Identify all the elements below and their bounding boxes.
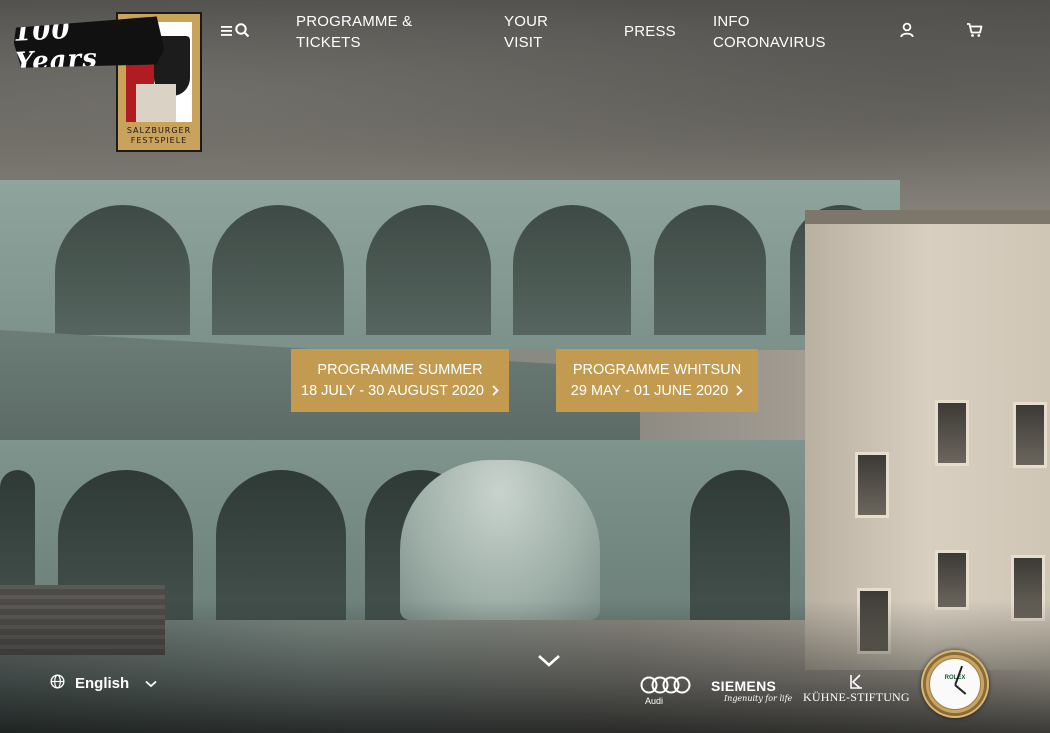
siemens-sponsor-logo[interactable]: SIEMENS bbox=[711, 678, 776, 694]
kuehne-stiftung-sponsor-logo[interactable]: KÜHNE-STIFTUNG bbox=[803, 690, 910, 705]
programme-whitsun-button[interactable]: PROGRAMME WHITSUN 29 MAY - 01 JUNE 2020 bbox=[556, 349, 758, 412]
arch bbox=[690, 470, 790, 620]
language-label: English bbox=[75, 675, 130, 692]
castle-emblem bbox=[136, 84, 176, 122]
clock-face: ROLEX bbox=[929, 658, 981, 710]
nav-your-visit[interactable]: YOUR VISIT bbox=[504, 11, 548, 53]
nav-programme-tickets[interactable]: PROGRAMME & TICKETS bbox=[296, 11, 412, 53]
window bbox=[1013, 402, 1047, 468]
arch bbox=[212, 205, 344, 335]
arch bbox=[366, 205, 491, 335]
window bbox=[855, 452, 889, 518]
arch bbox=[55, 205, 190, 335]
cart-icon[interactable] bbox=[966, 22, 983, 43]
menu-icon[interactable] bbox=[221, 24, 233, 42]
rolex-clock-sponsor-logo[interactable]: ROLEX bbox=[921, 650, 989, 718]
audi-label: Audi bbox=[644, 696, 663, 706]
language-selector[interactable]: English bbox=[50, 674, 157, 693]
search-icon[interactable] bbox=[235, 23, 250, 43]
chevron-down-icon bbox=[145, 675, 157, 692]
user-icon[interactable] bbox=[900, 22, 914, 43]
dome-building bbox=[400, 460, 600, 620]
nav-info-coronavirus[interactable]: INFO CORONAVIRUS bbox=[713, 11, 826, 53]
globe-icon bbox=[50, 674, 65, 693]
bottom-shade bbox=[0, 600, 1050, 733]
siemens-tagline: Ingenuity for life bbox=[724, 694, 793, 703]
arch bbox=[513, 205, 631, 335]
arch bbox=[216, 470, 346, 620]
window bbox=[935, 400, 969, 466]
chevron-right-icon bbox=[736, 382, 743, 403]
scroll-down-chevron-icon[interactable] bbox=[537, 654, 561, 673]
menu-search-group bbox=[221, 23, 250, 43]
chevron-right-icon bbox=[492, 382, 499, 403]
nav-press[interactable]: PRESS bbox=[624, 21, 676, 42]
logo-wordmark: SALZBURGER FESTSPIELE bbox=[126, 126, 192, 145]
arch bbox=[654, 205, 766, 335]
programme-summer-button[interactable]: PROGRAMME SUMMER 18 JULY - 30 AUGUST 202… bbox=[291, 349, 509, 412]
